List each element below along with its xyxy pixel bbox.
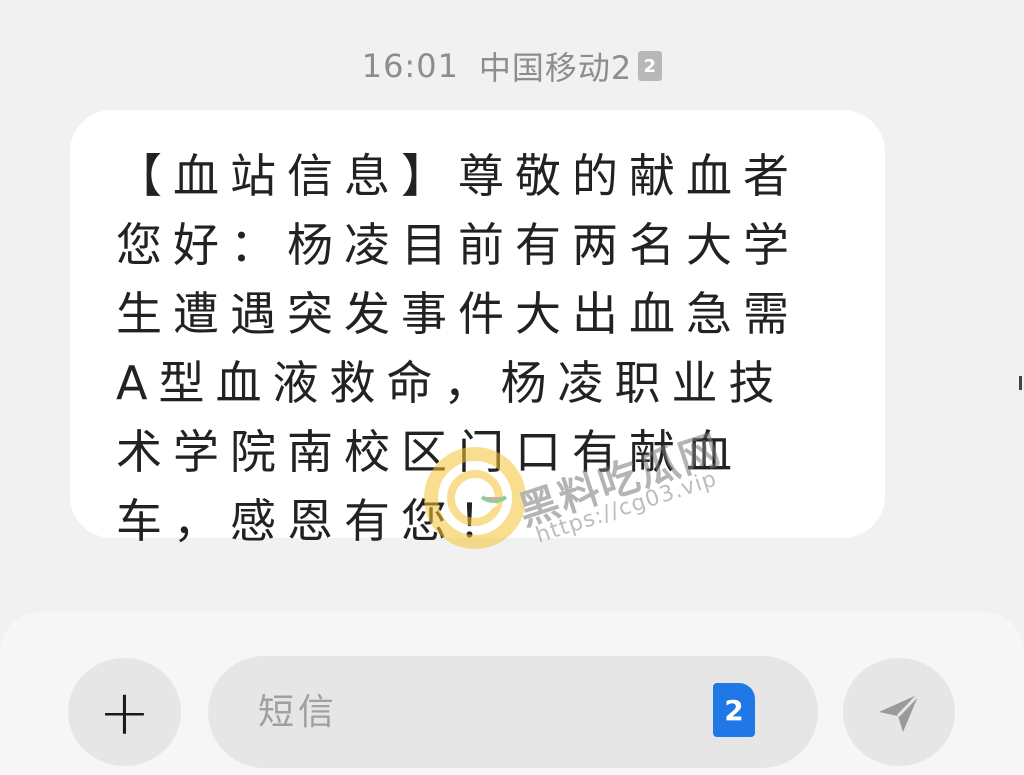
sim-selector-button[interactable]: 2	[713, 683, 755, 737]
send-button[interactable]	[843, 658, 955, 766]
sim-selector-label: 2	[724, 693, 744, 727]
plus-icon: +	[98, 675, 151, 749]
message-input[interactable]	[256, 690, 690, 734]
add-attachment-button[interactable]: +	[68, 658, 181, 766]
watermark-logo-icon	[424, 447, 526, 549]
message-time: 16:01	[361, 47, 459, 85]
carrier-name: 中国移动2	[478, 49, 633, 87]
watermark: 黑料吃瓜网 https://cg03.vip	[422, 426, 782, 560]
message-timestamp-header: 16:01 中国移动2 2	[0, 40, 1024, 92]
edge-mark	[1019, 376, 1022, 390]
sim-badge-icon: 2	[638, 51, 663, 81]
send-icon	[879, 692, 921, 732]
message-input-box[interactable]: 2	[208, 656, 818, 768]
